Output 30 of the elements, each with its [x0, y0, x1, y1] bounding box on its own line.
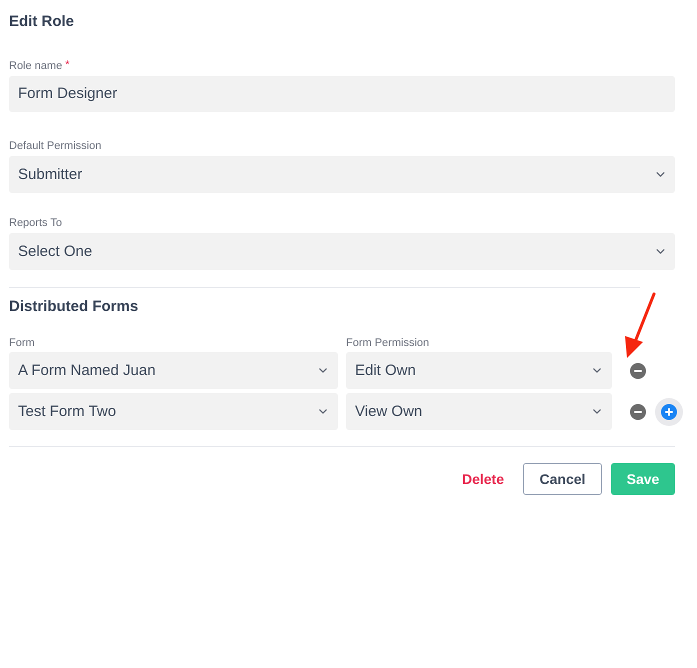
- delete-button[interactable]: Delete: [452, 463, 514, 495]
- annotation-arrow: [623, 292, 657, 360]
- add-row-button[interactable]: [655, 398, 683, 426]
- column-label: Form: [9, 336, 35, 350]
- select-dropdown[interactable]: Test Form Two: [9, 393, 338, 430]
- section-heading: Distributed Forms: [9, 297, 138, 317]
- select-dropdown[interactable]: A Form Named Juan: [9, 352, 338, 389]
- remove-row-button[interactable]: [630, 362, 646, 378]
- minus-circle-icon: [630, 362, 646, 378]
- field-label: Default Permission: [9, 139, 102, 153]
- chevron-down-icon: [319, 409, 327, 414]
- chevron-down-icon: [656, 249, 665, 254]
- field-label: Role name: [9, 59, 62, 73]
- select-dropdown[interactable]: Select One: [9, 233, 675, 270]
- chevron-down-icon: [656, 172, 665, 177]
- minus-circle-icon: [630, 404, 646, 420]
- plus-circle-icon: [661, 404, 677, 420]
- column-label: Form Permission: [346, 336, 430, 350]
- field-label: Reports To: [9, 216, 62, 230]
- text-input[interactable]: Form Designer: [9, 76, 675, 112]
- remove-row-button[interactable]: [630, 404, 646, 420]
- select-dropdown[interactable]: Edit Own: [346, 352, 612, 389]
- chevron-down-icon: [319, 368, 327, 373]
- chevron-down-icon: [593, 409, 601, 414]
- select-dropdown[interactable]: View Own: [346, 393, 612, 430]
- chevron-down-icon: [593, 368, 601, 373]
- page-title: Edit Role: [9, 12, 74, 32]
- cancel-button[interactable]: Cancel: [523, 463, 602, 495]
- select-dropdown[interactable]: Submitter: [9, 156, 675, 193]
- required-mark: *: [65, 59, 70, 71]
